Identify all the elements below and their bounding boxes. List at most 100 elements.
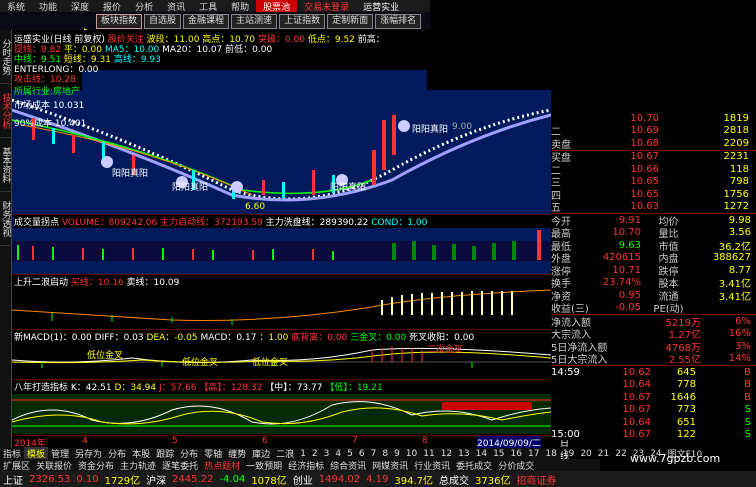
bottom-tab[interactable]: 17: [525, 449, 542, 459]
stat-row-cell: 420615: [602, 252, 641, 264]
bottom-tab[interactable]: 11: [420, 449, 437, 459]
toolbar-button[interactable]: 主站测速: [231, 13, 278, 29]
bottom-tab[interactable]: 22: [612, 449, 629, 459]
menu-item[interactable]: 交易未登录: [297, 0, 356, 13]
status-item: 4.19: [366, 473, 389, 485]
function-tab[interactable]: 主力轨迹: [117, 459, 159, 472]
side-tab[interactable]: 基本资料: [0, 138, 12, 192]
tick-row: 10.64 651 S: [551, 416, 756, 429]
bottom-tab[interactable]: 13: [455, 449, 472, 459]
stat-row-cell: 388627: [712, 252, 751, 264]
function-tab[interactable]: 行业资讯: [411, 459, 453, 472]
menu-item[interactable]: 功能: [32, 0, 64, 13]
status-item: 创业: [292, 475, 313, 487]
bottom-tab[interactable]: 4: [332, 449, 344, 459]
function-tab[interactable]: 分价成交: [495, 459, 537, 472]
bottom-tab[interactable]: 5: [344, 449, 356, 459]
time-axis-label: 8: [422, 436, 428, 446]
menu-item[interactable]: 分析: [128, 0, 160, 13]
function-tab[interactable]: 热点题材: [201, 459, 243, 472]
status-item: -4.04: [219, 473, 246, 485]
function-tab[interactable]: 综合资讯: [327, 459, 369, 472]
side-tab[interactable]: 技术分析: [0, 84, 12, 138]
side-tabs: 分时走势 技术分析 基本资料 财务透视: [0, 30, 12, 460]
menu-item[interactable]: 工具: [192, 0, 224, 13]
menu-bar: 系统 功能 深度 报价 分析 资讯 工具 帮助 股票池 交易未登录 运营实业: [0, 0, 430, 13]
toolbar-button[interactable]: 自选股: [144, 13, 182, 29]
flow-row-cell: 6%: [735, 315, 751, 327]
tick-list: 14:59 10.62 645 B 10.64 778 B 10.67 1646 B 10.67 77…: [551, 365, 756, 441]
function-tab[interactable]: 网媒资讯: [369, 459, 411, 472]
menu-item[interactable]: 深度: [64, 0, 96, 13]
function-tab[interactable]: 一致预期: [243, 459, 285, 472]
tick-row-cell: 10.64: [622, 416, 651, 428]
function-tab[interactable]: 扩展区: [0, 459, 33, 472]
tick-row-cell: 651: [676, 416, 696, 428]
toolbar-button[interactable]: 板块指数: [96, 13, 143, 29]
bottom-tab[interactable]: 16: [508, 449, 525, 459]
toolbar-button[interactable]: 金融课程: [183, 13, 230, 29]
bottom-tab[interactable]: 21: [595, 449, 612, 459]
bottom-tab[interactable]: 20: [577, 449, 594, 459]
bottom-tab[interactable]: 2: [309, 449, 321, 459]
time-axis-label: 4: [82, 436, 88, 446]
side-tab[interactable]: 分时走势: [0, 30, 12, 84]
bottom-tab[interactable]: 14: [473, 449, 490, 459]
volume-pane: 成交量拐点 VOLUME：809242.06 主力启动线：372193.59 主…: [12, 215, 553, 275]
tick-row-cell: 645: [676, 366, 696, 378]
tick-row-cell: 14:59: [551, 366, 580, 378]
bottom-tab[interactable]: 18: [542, 449, 559, 459]
tick-row-cell: 10.67: [622, 429, 651, 441]
quote-panel: 10.70 1819 二 10.69 2818 卖盘 10.68 2209 买盘 10.67 22…: [551, 30, 756, 440]
side-tab[interactable]: 财务透视: [0, 192, 12, 246]
candle-tag: 阳阳真阳: [412, 125, 449, 135]
bottom-tab[interactable]: 10: [403, 449, 420, 459]
bid-row-cell: 10.63: [630, 201, 659, 213]
bid-row-cell: 798: [729, 176, 749, 188]
toolbar-button[interactable]: 定制新面: [327, 13, 374, 29]
bottom-tab[interactable]: 19: [560, 449, 577, 459]
bottom-tab[interactable]: 15: [490, 449, 507, 459]
stat-row-cell: 36.2亿: [718, 241, 751, 253]
bid-row-cell: 2231: [723, 151, 749, 163]
bid-row-cell: 10.65: [630, 188, 659, 200]
ask-row-cell: 10.70: [630, 112, 659, 124]
function-tab[interactable]: 资金分布: [75, 459, 117, 472]
menu-item[interactable]: 资讯: [160, 0, 192, 13]
status-item: 沪深: [146, 475, 167, 487]
bid-row: 五 10.63 1272: [551, 201, 756, 214]
bottom-tab[interactable]: 6: [356, 449, 368, 459]
menu-item[interactable]: 报价: [96, 0, 128, 13]
toolbar: ▶板块指数自选股金融课程主站测速上证指数定制新面涨幅排名: [0, 12, 430, 37]
bottom-tab[interactable]: 8: [379, 449, 391, 459]
bottom-tab[interactable]: 9: [391, 449, 403, 459]
bottom-tab[interactable]: 12: [438, 449, 455, 459]
menu-item[interactable]: 股票池: [256, 0, 298, 13]
function-tab[interactable]: 委托成交: [453, 459, 495, 472]
bottom-tab[interactable]: 7: [368, 449, 380, 459]
bottom-tab[interactable]: 3: [321, 449, 333, 459]
bottom-tab[interactable]: 1: [297, 449, 309, 459]
toolbar-button[interactable]: 上证指数: [279, 13, 326, 29]
function-tab[interactable]: 逐笔委托: [159, 459, 201, 472]
bid-row-cell: 10.67: [630, 151, 659, 163]
function-tab[interactable]: 关联报价: [33, 459, 75, 472]
macd-label: 低位金叉: [252, 358, 289, 368]
function-tab[interactable]: 经济指标: [285, 459, 327, 472]
menu-item[interactable]: 帮助: [224, 0, 256, 13]
candle-tag: 阳阳真阳: [112, 169, 149, 179]
bid-row-cell: 1756: [723, 188, 749, 200]
legend-cost: 市场成本 10.031: [14, 101, 85, 111]
ask-row: 卖盘 10.68 2209: [551, 137, 756, 151]
kdj-svg: [12, 394, 551, 434]
stat-row-cell: 8.77: [728, 264, 751, 276]
toolbar-button[interactable]: 涨幅排名: [375, 13, 422, 29]
candle-tag: 阳阳真阳: [172, 183, 209, 193]
stat-row-cell: 9.98: [728, 214, 751, 226]
time-axis-label: 5: [172, 436, 178, 446]
status-item: 2326.53: [29, 473, 71, 485]
menu-item[interactable]: 运营实业: [356, 0, 406, 13]
stat-row-cell: 10.70: [612, 227, 641, 239]
svg-text:9.00: 9.00: [452, 122, 472, 132]
menu-item[interactable]: 系统: [0, 0, 32, 13]
